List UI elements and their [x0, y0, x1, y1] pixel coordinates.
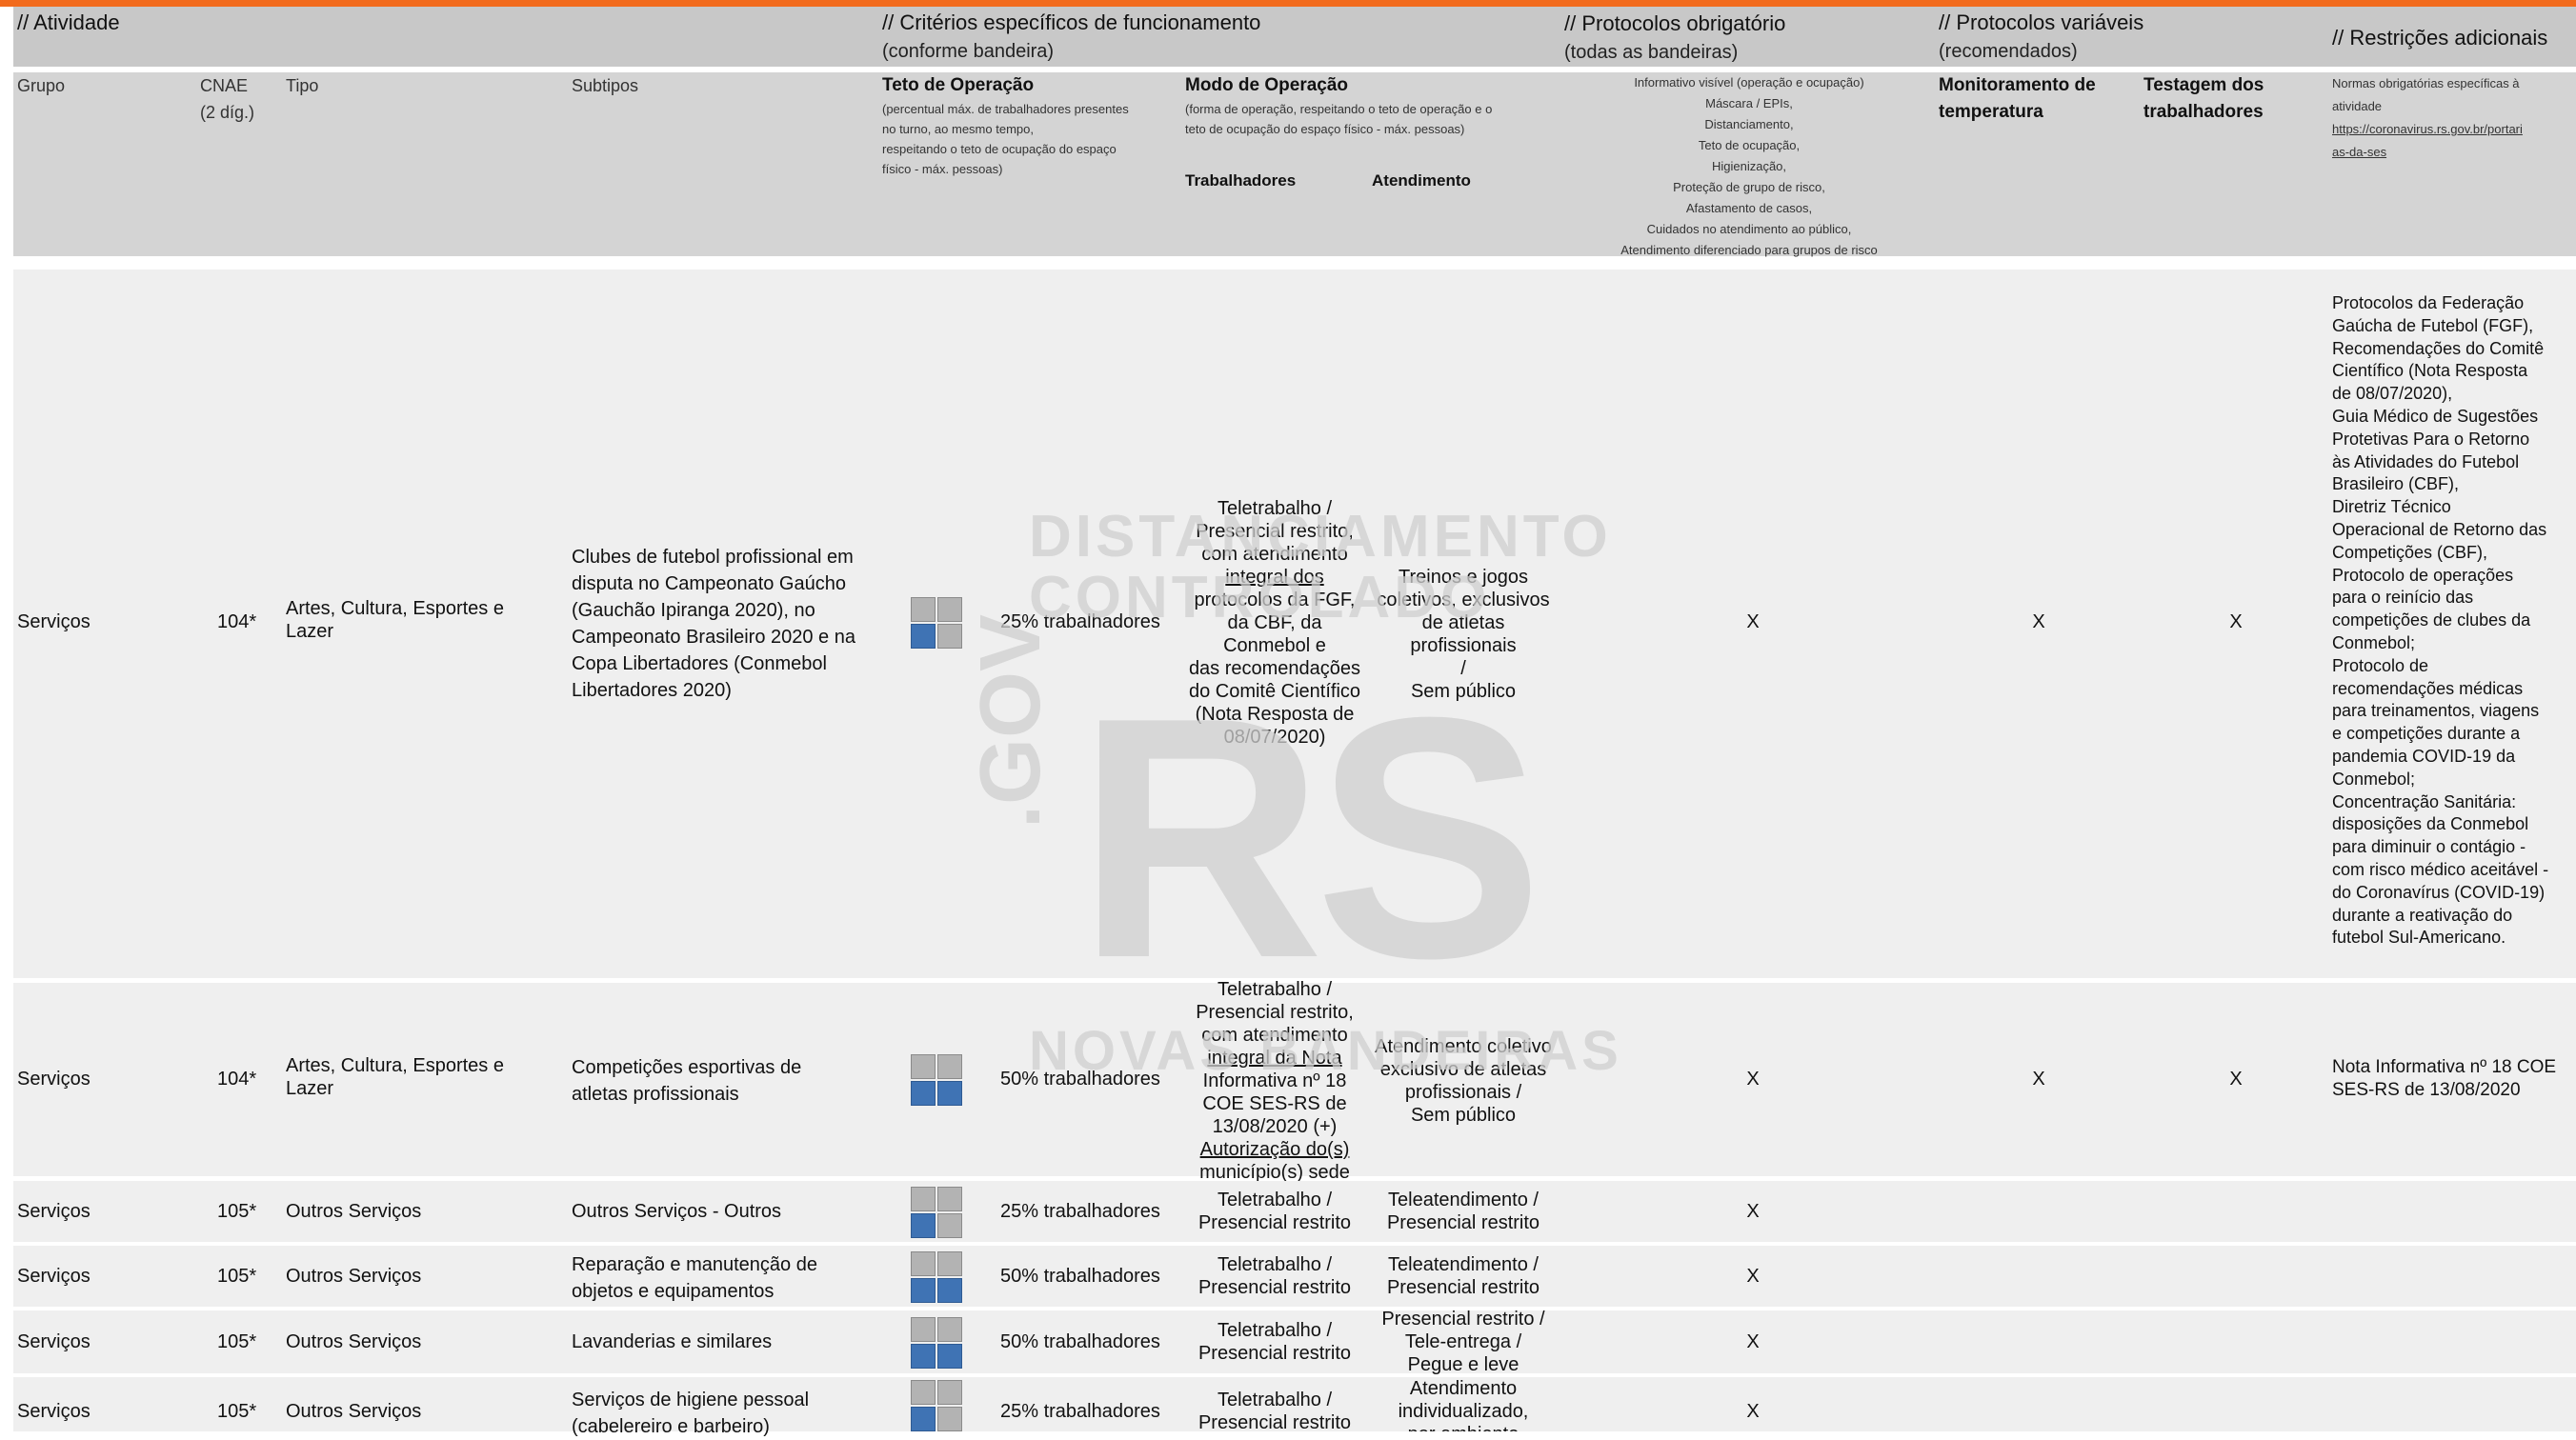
row-teto: 25% trabalhadores	[1000, 611, 1160, 632]
col-teto: Teto de Operação (percentual máx. de tra…	[882, 75, 1129, 176]
row-grupo: Serviços	[17, 1069, 91, 1090]
section-protocolos-variaveis: // Protocolos variáveis (recomendados)	[1939, 10, 2144, 62]
row-teto: 50% trabalhadores	[1000, 1069, 1160, 1090]
row-grupo: Serviços	[17, 1331, 91, 1352]
row-testagem: X	[2229, 611, 2243, 632]
bandeira-grid-icon	[911, 597, 962, 649]
row-protocolo-obrig: X	[1746, 1331, 1760, 1352]
row-protocolo-obrig: X	[1746, 1069, 1760, 1090]
section-restricoes: // Restrições adicionais	[2332, 26, 2548, 50]
col-testagem: Testagem dos trabalhadores	[2143, 75, 2264, 122]
bandeira-grid-icon	[911, 1251, 962, 1303]
col-grupo: Grupo	[17, 76, 66, 95]
row-teto: 50% trabalhadores	[1000, 1331, 1160, 1352]
row-atendimento: Teleatendimento / Presencial restrito	[1386, 1190, 1540, 1233]
row-subtipo: Outros Serviços - Outros	[572, 1201, 782, 1222]
col-atendimento: Atendimento	[1372, 171, 1471, 190]
row-teto: 25% trabalhadores	[1000, 1401, 1160, 1422]
row-grupo: Serviços	[17, 611, 91, 632]
col-subtipos: Subtipos	[572, 76, 639, 95]
bandeira-grid-icon	[911, 1187, 962, 1238]
row-trabalhadores: Teletrabalho / Presencial restrito	[1197, 1320, 1352, 1364]
row-protocolo-obrig: X	[1746, 611, 1760, 632]
bandeira-grid-icon	[911, 1317, 962, 1369]
row-cnae: 104*	[217, 611, 257, 632]
section-protocolos-obrigatorio: // Protocolos obrigatório (todas as band…	[1564, 11, 1786, 63]
row-atendimento: Atendimentoindividualizado,por ambiente	[1398, 1378, 1529, 1431]
section-atividade: // Atividade	[17, 10, 120, 34]
row-trabalhadores: Teletrabalho / Presencial restrito	[1197, 1190, 1352, 1233]
normas-link[interactable]: https://coronavirus.rs.gov.br/portari	[2332, 118, 2570, 141]
row-restricoes: Nota Informativa nº 18 COE SES-RS de 13/0…	[2332, 1057, 2557, 1100]
row-subtipo: Clubes de futebol profissional em disputa…	[572, 547, 855, 701]
row-cnae: 105*	[217, 1331, 257, 1352]
row-tipo: Outros Serviços	[286, 1266, 422, 1287]
row-tipo: Artes, Cultura, Esportes e Lazer	[286, 598, 504, 642]
row-grupo: Serviços	[17, 1201, 91, 1222]
header-sections-band	[13, 7, 2576, 67]
col-modo: Modo de Operação (forma de operação, res…	[1185, 75, 1493, 136]
bandeira-grid-icon	[911, 1054, 962, 1106]
row-subtipo: Serviços de higiene pessoal (cabelereiro …	[572, 1390, 810, 1437]
row-testagem: X	[2229, 1069, 2243, 1090]
normas-link-cont[interactable]: as-da-ses	[2332, 141, 2570, 164]
row-cnae: 105*	[217, 1401, 257, 1422]
row-protocolo-obrig: X	[1746, 1401, 1760, 1422]
row-teto: 25% trabalhadores	[1000, 1201, 1160, 1222]
row-trabalhadores: Teletrabalho / Presencial restrito	[1197, 1390, 1352, 1433]
row-trabalhadores: Teletrabalho / Presencial restrito	[1197, 1254, 1352, 1298]
bandeira-grid-icon	[911, 1380, 962, 1431]
row-cnae: 105*	[217, 1201, 257, 1222]
row-tipo: Outros Serviços	[286, 1401, 422, 1422]
row-monitoramento: X	[2032, 611, 2045, 632]
col-cnae: CNAE (2 díg.)	[200, 76, 255, 122]
row-protocolo-obrig: X	[1746, 1266, 1760, 1287]
col-monitoramento: Monitoramento de temperatura	[1939, 75, 2096, 122]
row-trabalhadores: Teletrabalho / Presencial restrito, com a…	[1196, 979, 1354, 1183]
col-trabalhadores: Trabalhadores	[1185, 171, 1297, 190]
row-tipo: Outros Serviços	[286, 1331, 422, 1352]
row-cnae: 105*	[217, 1266, 257, 1287]
col-protocolos-list: Informativo visível (operação e ocupação…	[1620, 75, 1878, 257]
top-accent-bar	[0, 0, 2576, 7]
row-trabalhadores: Teletrabalho / Presencial restrito, com a…	[1188, 498, 1361, 748]
row-teto: 50% trabalhadores	[1000, 1266, 1160, 1287]
row-grupo: Serviços	[17, 1266, 91, 1287]
row-cnae: 104*	[217, 1069, 257, 1090]
row-atendimento: Treinos e jogos coletivos, exclusivos de …	[1377, 567, 1550, 702]
row-atendimento: Atendimento coletivo exclusivo de atletas…	[1375, 1036, 1552, 1126]
row-atendimento: Presencial restrito / Tele-entrega / Pegue…	[1381, 1309, 1545, 1375]
col-tipo: Tipo	[286, 76, 319, 95]
row-monitoramento: X	[2032, 1069, 2045, 1090]
row-tipo: Artes, Cultura, Esportes e Lazer	[286, 1055, 504, 1099]
row-grupo: Serviços	[17, 1401, 91, 1422]
row-restricoes: Protocolos da Federação Gaúcha de Futebol…	[2332, 293, 2549, 948]
row-atendimento: Teleatendimento / Presencial restrito	[1386, 1254, 1540, 1298]
row-tipo: Outros Serviços	[286, 1201, 422, 1222]
row-subtipo: Competições esportivas de atletas profiss…	[572, 1057, 802, 1105]
row-subtipo: Lavanderias e similares	[572, 1331, 773, 1352]
col-normas: Normas obrigatórias específicas à ativid…	[2332, 72, 2570, 164]
section-criterios: // Critérios específicos de funcionament…	[882, 10, 1261, 62]
row-protocolo-obrig: X	[1746, 1201, 1760, 1222]
row-subtipo: Reparação e manutenção de objetos e equip…	[572, 1254, 817, 1302]
